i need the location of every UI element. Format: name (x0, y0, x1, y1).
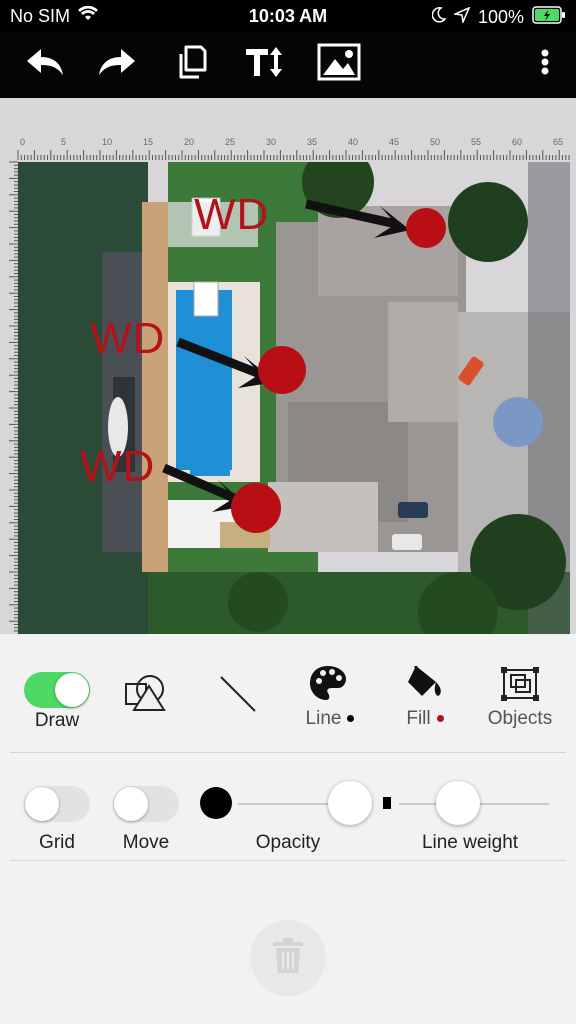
divider (10, 860, 566, 861)
more-icon (541, 49, 549, 80)
ruler-label: 45 (389, 137, 399, 147)
opacity-slider-knob[interactable] (328, 781, 372, 825)
palette-icon (308, 666, 348, 706)
image-icon (317, 43, 361, 86)
delete-button[interactable] (250, 920, 326, 996)
line-color-dot (347, 715, 355, 723)
divider (10, 752, 566, 753)
undo-button[interactable] (20, 42, 68, 86)
fill-color-label: Fill (392, 708, 458, 730)
paint-bucket-icon (404, 666, 446, 706)
status-bar: No SIM 10:03 AM 100% (0, 0, 576, 32)
ruler-label: 55 (471, 137, 481, 147)
draw-label: Draw (34, 710, 80, 731)
wd-annotation-2[interactable]: WD (90, 314, 165, 364)
ruler-label: 5 (61, 137, 66, 147)
aerial-photo[interactable]: WD WD WD (18, 162, 570, 634)
duplicate-button[interactable] (166, 42, 214, 86)
objects-label: Objects (487, 708, 553, 729)
line-color-label: Line (292, 708, 368, 730)
ruler-label: 25 (225, 137, 235, 147)
ruler-label: 15 (143, 137, 153, 147)
redo-button[interactable] (94, 42, 142, 86)
ruler-label: 40 (348, 137, 358, 147)
shapes-button[interactable] (124, 674, 168, 719)
location-icon (452, 6, 471, 28)
move-label: Move (122, 832, 170, 853)
vertical-ruler (0, 160, 18, 634)
opacity-label: Opacity (255, 832, 321, 853)
line-weight-min-icon (383, 797, 391, 809)
battery-icon (532, 6, 566, 29)
line-color-button[interactable] (308, 664, 348, 707)
objects-icon (500, 667, 540, 706)
grid-label: Grid (39, 832, 75, 853)
moon-icon (431, 7, 447, 28)
line-tool-icon (218, 676, 258, 718)
ruler-label: 20 (184, 137, 194, 147)
ruler-label: 30 (266, 137, 276, 147)
ruler-label: 35 (307, 137, 317, 147)
line-weight-label: Line weight (421, 832, 519, 853)
trash-icon (271, 937, 305, 980)
wd-annotation-1[interactable]: WD (194, 190, 269, 240)
objects-button[interactable] (500, 666, 540, 707)
top-toolbar (0, 32, 576, 98)
insert-image-button[interactable] (315, 42, 363, 86)
fill-color-button[interactable] (404, 662, 446, 707)
ruler-label: 50 (430, 137, 440, 147)
wd-annotation-3[interactable]: WD (80, 442, 155, 492)
shapes-icon (124, 675, 168, 718)
text-tool-button[interactable] (240, 42, 288, 86)
ruler-label: 60 (512, 137, 522, 147)
line-weight-slider-knob[interactable] (436, 781, 480, 825)
draw-toggle[interactable] (24, 672, 90, 708)
opacity-min-icon (200, 787, 232, 819)
move-toggle[interactable] (113, 786, 179, 822)
more-button[interactable] (530, 42, 560, 86)
fill-color-dot (436, 715, 444, 723)
horizontal-ruler: 0 5 10 15 20 25 30 35 40 45 50 55 60 65 (0, 134, 576, 160)
undo-icon (23, 45, 65, 84)
text-size-icon (244, 45, 284, 84)
ruler-label: 0 (20, 137, 25, 147)
battery-percent: 100% (477, 7, 524, 27)
line-tool-button[interactable] (218, 674, 258, 719)
ruler-label: 10 (102, 137, 112, 147)
copy-icon (173, 44, 207, 85)
redo-icon (97, 45, 139, 84)
ruler-label: 65 (553, 137, 563, 147)
grid-toggle[interactable] (24, 786, 90, 822)
